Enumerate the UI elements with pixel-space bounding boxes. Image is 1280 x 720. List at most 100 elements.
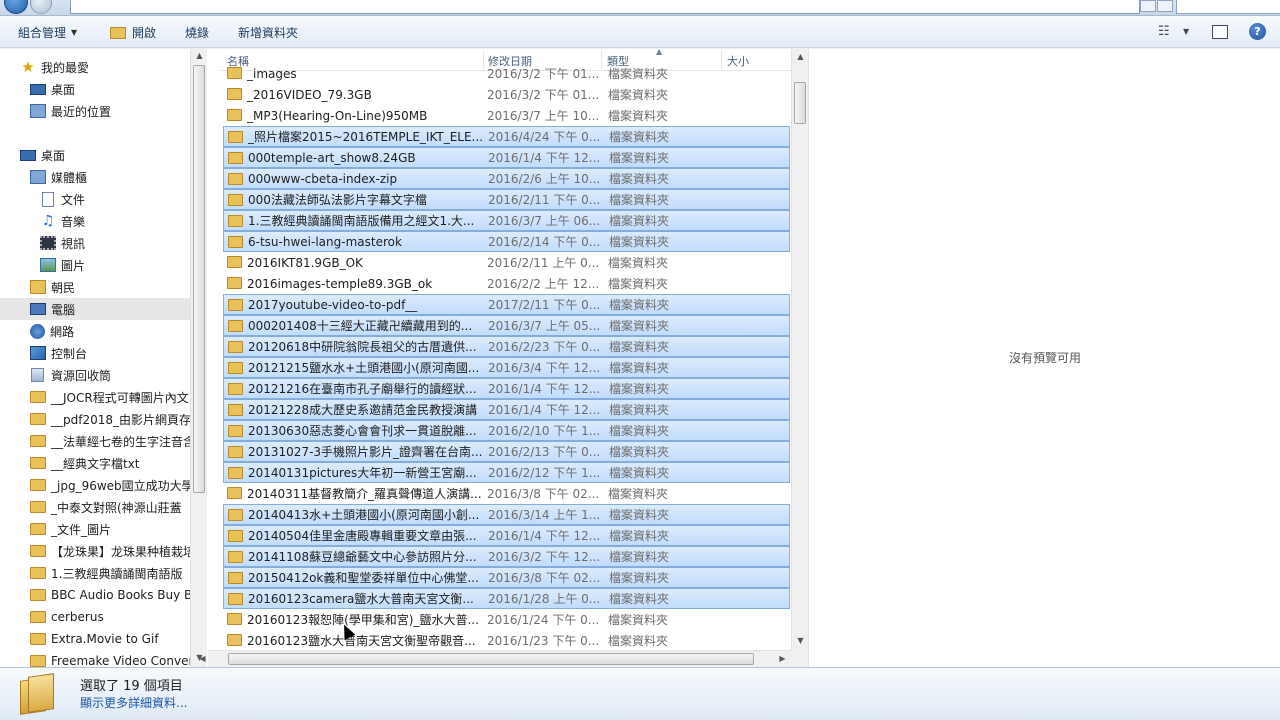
nav-item-fav-desktop[interactable]: 桌面 bbox=[0, 78, 190, 100]
nav-label: __pdf2018_由影片網頁存 bbox=[51, 412, 190, 427]
file-row[interactable]: 000temple-art_show8.24GB 2016/1/4 下午 12..… bbox=[223, 147, 790, 168]
nav-label: Freemake Video Converter bbox=[51, 654, 190, 667]
nav-item-folder[interactable]: BBC Audio Books Buy BB bbox=[0, 584, 190, 606]
file-row[interactable]: 20140413水+土頭港國小(原河南國小創... 2016/3/14 上午 1.… bbox=[223, 504, 790, 525]
nav-item-folder[interactable]: Freemake Video Converter bbox=[0, 650, 190, 667]
nav-item-folder[interactable]: __JOCR程式可轉圖片內文 bbox=[0, 386, 190, 408]
file-row[interactable]: 20130630惡志菱心會會刊求一貫道脫離... 2016/2/10 下午 1..… bbox=[223, 420, 790, 441]
file-row[interactable]: 6-tsu-hwei-lang-masterok 2016/2/14 下午 0..… bbox=[223, 231, 790, 252]
nav-item-recent[interactable]: 最近的位置 bbox=[0, 100, 190, 122]
file-row[interactable]: 20160123鹽水大普南天宮文衡聖帝觀音... 2016/1/23 下午 0..… bbox=[223, 630, 790, 651]
file-row[interactable]: _2016VIDEO_79.3GB 2016/3/2 下午 01... 檔案資料夾 bbox=[223, 84, 790, 105]
scroll-up-arrow-icon[interactable]: ▲ bbox=[191, 51, 208, 60]
nav-item-music[interactable]: ♫ 音樂 bbox=[0, 210, 190, 232]
nav-item-folder[interactable]: __法華經七卷的生字注音含 bbox=[0, 430, 190, 452]
file-name: 20160123camera鹽水大普南天宮文衡... bbox=[248, 592, 474, 606]
file-row[interactable]: 20121215鹽水水+土頭港國小(原河南國... 2016/3/4 下午 12.… bbox=[223, 357, 790, 378]
file-list-horizontal-scroll-thumb[interactable] bbox=[228, 653, 754, 665]
file-row[interactable]: _images 2016/3/2 下午 01... 檔案資料夾 bbox=[223, 63, 790, 84]
nav-item-folder[interactable]: __經典文字檔txt bbox=[0, 452, 190, 474]
open-button[interactable]: 開啟 bbox=[110, 24, 156, 41]
nav-item-recycle-bin[interactable]: 資源回收筒 bbox=[0, 364, 190, 386]
nav-item-control-panel[interactable]: 控制台 bbox=[0, 342, 190, 364]
folder-icon bbox=[30, 567, 46, 579]
nav-item-folder[interactable]: _中泰文對照(神源山莊蓋 bbox=[0, 496, 190, 518]
file-row[interactable]: 2016images-temple89.3GB_ok 2016/2/2 上午 12… bbox=[223, 273, 790, 294]
file-row[interactable]: 1.三教經典讀誦閩南語版備用之經文1.大... 2016/3/7 上午 06...… bbox=[223, 210, 790, 231]
back-button[interactable] bbox=[4, 0, 28, 14]
new-folder-button[interactable]: 新增資料夾 bbox=[238, 24, 298, 41]
nav-item-favorites[interactable]: ★ 我的最愛 bbox=[0, 56, 190, 78]
refresh-button[interactable] bbox=[1157, 0, 1173, 12]
film-icon bbox=[40, 236, 56, 250]
file-list-vertical-scrollbar[interactable]: ▲ ▼ bbox=[791, 49, 808, 650]
nav-scrollbar[interactable]: ▲ ▼ bbox=[190, 49, 207, 667]
nav-item-user[interactable]: 朝民 bbox=[0, 276, 190, 298]
view-options-icon[interactable]: ☷ bbox=[1158, 24, 1170, 39]
file-list-horizontal-scrollbar[interactable]: ◀ ▶ bbox=[199, 650, 791, 667]
scroll-left-arrow-icon[interactable]: ◀ bbox=[194, 654, 211, 663]
nav-item-folder[interactable]: Extra.Movie to Gif bbox=[0, 628, 190, 650]
file-row[interactable]: _MP3(Hearing-On-Line)950MB 2016/3/7 上午 10… bbox=[223, 105, 790, 126]
folder-icon bbox=[228, 446, 243, 458]
star-icon: ★ bbox=[21, 58, 35, 76]
view-dropdown-chevron-icon[interactable]: ▼ bbox=[1183, 27, 1189, 36]
nav-item-network[interactable]: 網路 bbox=[0, 320, 190, 342]
nav-item-folder[interactable]: _文件_圖片 bbox=[0, 518, 190, 540]
file-row[interactable]: _照片檔案2015~2016TEMPLE_IKT_ELE... 2016/4/24… bbox=[223, 126, 790, 147]
file-date: 2017/2/11 下午 0... bbox=[488, 298, 601, 312]
nav-item-videos[interactable]: 視訊 bbox=[0, 232, 190, 254]
search-input[interactable] bbox=[1176, 0, 1280, 14]
nav-item-folder[interactable]: 1.三教經典讀誦閩南語版 bbox=[0, 562, 190, 584]
file-list-pane: 名稱 修改日期 類型 ▲ 大小 _images 2016/3/2 下午 01...… bbox=[221, 49, 791, 667]
file-row[interactable]: 20160123camera鹽水大普南天宮文衡... 2016/1/28 上午 0… bbox=[223, 588, 790, 609]
file-row[interactable]: 000法藏法師弘法影片字幕文字檔 2016/2/11 下午 0... 檔案資料夾 bbox=[223, 189, 790, 210]
file-row[interactable]: 20140131pictures大年初一新營王宮廟... 2016/2/12 下午… bbox=[223, 462, 790, 483]
file-name: 2016images-temple89.3GB_ok bbox=[247, 276, 433, 291]
preview-pane-toggle-icon[interactable] bbox=[1212, 25, 1228, 39]
file-row[interactable]: 000201408十三經大正藏卍續藏用到的... 2016/3/7 上午 05..… bbox=[223, 315, 790, 336]
nav-item-folder[interactable]: __pdf2018_由影片網頁存 bbox=[0, 408, 190, 430]
forward-button[interactable] bbox=[30, 0, 52, 14]
nav-item-documents[interactable]: 文件 bbox=[0, 188, 190, 210]
file-row[interactable]: 20160123報恕陣(學甲集和宮)_鹽水大普... 2016/1/24 下午 0… bbox=[223, 609, 790, 630]
nav-item-folder[interactable]: cerberus bbox=[0, 606, 190, 628]
file-row[interactable]: 20131027-3手機照片影片_證齊署在台南... 2016/2/13 下午 0… bbox=[223, 441, 790, 462]
pane-splitter[interactable] bbox=[207, 49, 221, 667]
nav-item-folder[interactable]: 【龙珠果】龙珠果种植栽培 bbox=[0, 540, 190, 562]
show-more-details-link[interactable]: 顯示更多詳細資料... bbox=[80, 694, 187, 711]
file-row[interactable]: 20141108蘇豆總爺藝文中心參訪照片分... 2016/3/2 下午 12..… bbox=[223, 546, 790, 567]
file-row[interactable]: 2017youtube-video-to-pdf__ 2017/2/11 下午 0… bbox=[223, 294, 790, 315]
file-row[interactable]: 20140311基督教簡介_羅真聲傳道人演講... 2016/3/8 下午 02.… bbox=[223, 483, 790, 504]
folder-icon bbox=[227, 613, 242, 625]
file-date: 2016/2/23 下午 0... bbox=[488, 340, 601, 354]
file-row[interactable]: 20150412ok義和聖堂委祥單位中心佛堂... 2016/3/8 下午 02.… bbox=[223, 567, 790, 588]
file-date: 2016/1/4 下午 12... bbox=[488, 382, 601, 396]
nav-scroll-thumb[interactable] bbox=[193, 65, 205, 493]
address-dropdown-button[interactable] bbox=[1140, 0, 1156, 12]
nav-item-libraries[interactable]: 媒體櫃 bbox=[0, 166, 190, 188]
scroll-down-arrow-icon[interactable]: ▼ bbox=[792, 636, 809, 645]
file-row[interactable]: 000www-cbeta-index-zip 2016/2/6 上午 10... 檔… bbox=[223, 168, 790, 189]
help-icon[interactable]: ? bbox=[1249, 23, 1266, 40]
file-row[interactable]: 2016IKT81.9GB_OK 2016/2/11 上午 0... 檔案資料夾 bbox=[223, 252, 790, 273]
nav-label: Extra.Movie to Gif bbox=[51, 632, 159, 646]
burn-button[interactable]: 燒錄 bbox=[185, 24, 209, 41]
nav-item-folder[interactable]: _jpg_96web國立成功大學 bbox=[0, 474, 190, 496]
nav-item-desktop[interactable]: 桌面 bbox=[0, 144, 190, 166]
folder-icon bbox=[30, 435, 46, 447]
file-row[interactable]: 20120618中研院翁院長祖父的古厝遺供... 2016/2/23 下午 0..… bbox=[223, 336, 790, 357]
file-row[interactable]: 20140504佳里金唐殿專輯重要文章由張... 2016/1/4 下午 12..… bbox=[223, 525, 790, 546]
scroll-right-arrow-icon[interactable]: ▶ bbox=[774, 654, 791, 663]
organize-button[interactable]: 組合管理 ▼ bbox=[18, 24, 77, 41]
scroll-up-arrow-icon[interactable]: ▲ bbox=[792, 52, 809, 61]
nav-label: _jpg_96web國立成功大學 bbox=[51, 478, 190, 493]
file-type: 檔案資料夾 bbox=[609, 214, 670, 228]
file-list-vertical-scroll-thumb[interactable] bbox=[794, 82, 806, 124]
file-row[interactable]: 20121216在臺南市孔子廟舉行的讀經狀... 2016/1/4 下午 12..… bbox=[223, 378, 790, 399]
nav-item-computer[interactable]: 電腦 bbox=[0, 298, 190, 320]
file-row[interactable]: 20121228成大歷史系邀請范金民教授演講 2016/1/4 下午 12... 檔… bbox=[223, 399, 790, 420]
nav-item-pictures[interactable]: 圖片 bbox=[0, 254, 190, 276]
music-icon: ♫ bbox=[41, 213, 55, 229]
address-input[interactable] bbox=[70, 0, 1140, 14]
